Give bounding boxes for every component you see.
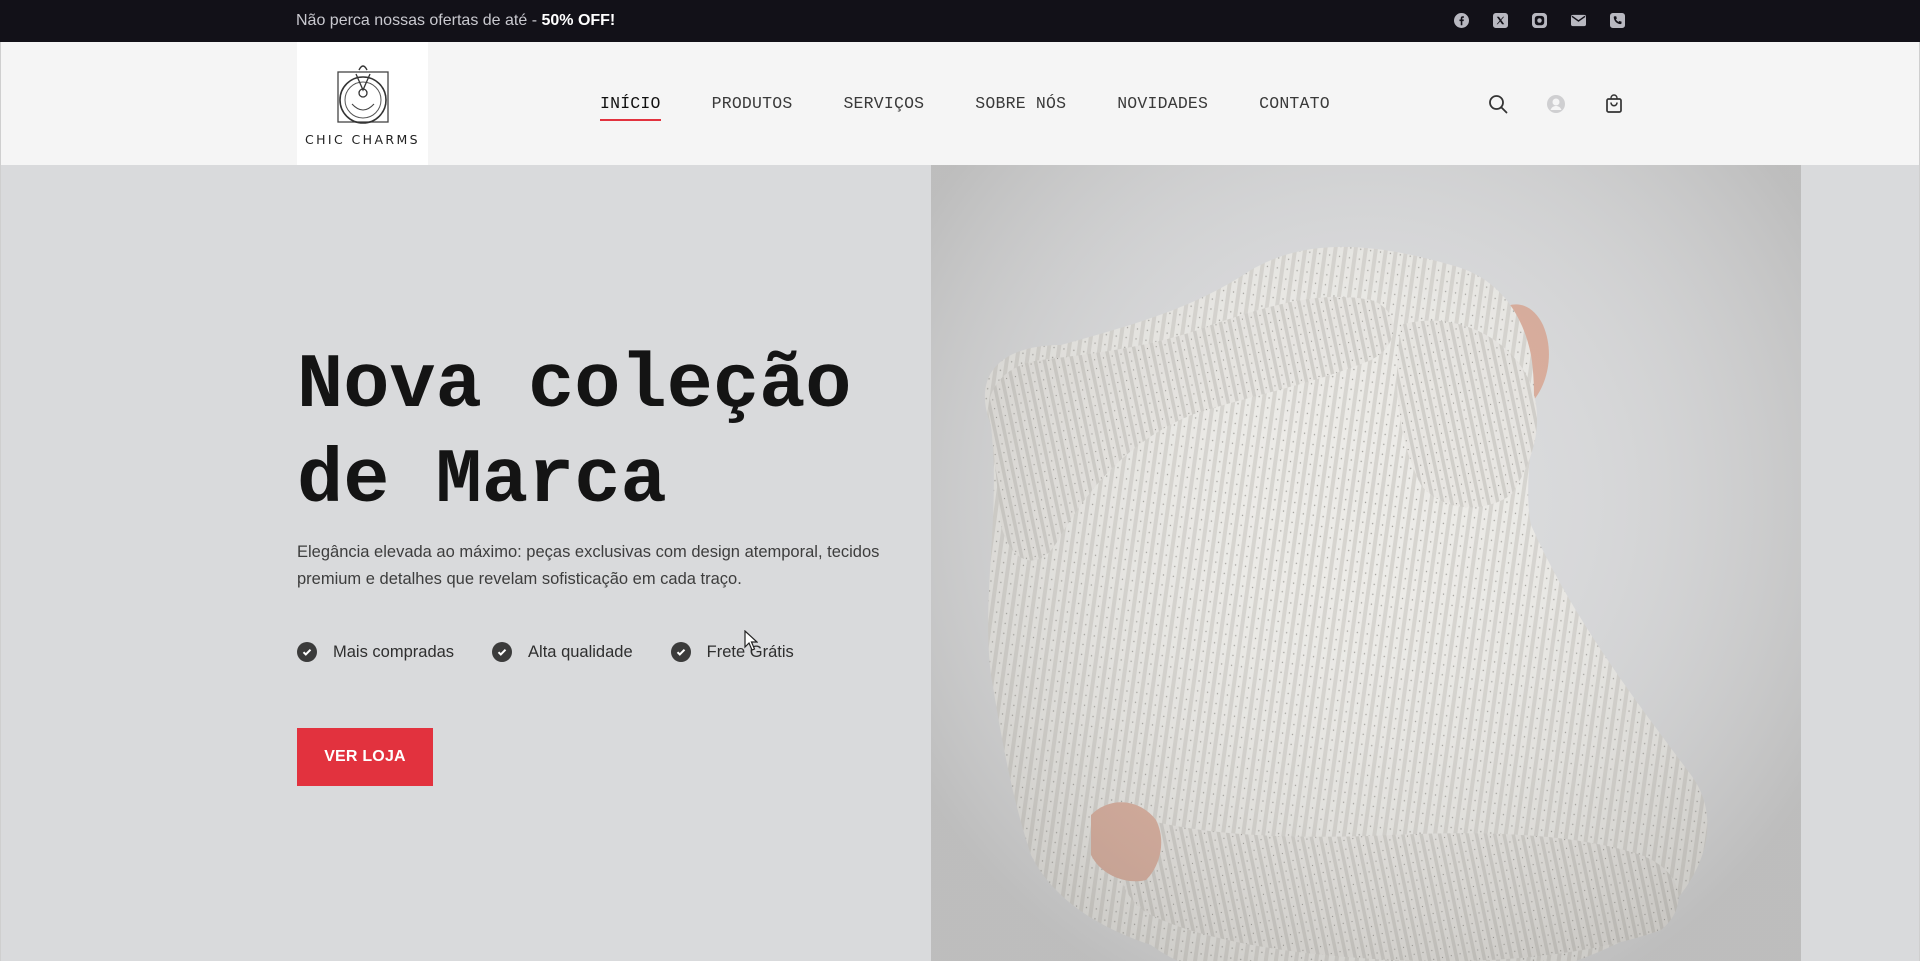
- nav-item-contato[interactable]: CONTATO: [1259, 94, 1330, 121]
- mouse-cursor-icon: [744, 630, 758, 651]
- site-header: CHIC CHARMS INÍCIO PRODUTOS SERVIÇOS SOB…: [0, 42, 1920, 165]
- promo-text: Não perca nossas ofertas de até - 50% OF…: [296, 12, 615, 30]
- promo-message: Não perca nossas ofertas de até -: [296, 12, 542, 29]
- user-icon[interactable]: [1545, 93, 1567, 115]
- logo-emblem-icon: [336, 65, 389, 124]
- nav-item-servicos[interactable]: SERVIÇOS: [843, 94, 924, 121]
- search-icon[interactable]: [1487, 93, 1509, 115]
- nav-item-inicio[interactable]: INÍCIO: [600, 94, 661, 121]
- feature-item: Alta qualidade: [492, 642, 633, 662]
- nav-item-novidades[interactable]: NOVIDADES: [1117, 94, 1208, 121]
- top-promo-bar: Não perca nossas ofertas de até - 50% OF…: [0, 0, 1920, 42]
- social-links: [1453, 12, 1626, 29]
- hero-title-line-1: Nova coleção: [297, 343, 852, 430]
- header-actions: [1487, 93, 1625, 115]
- check-circle-icon: [297, 642, 317, 662]
- logo-text: CHIC CHARMS: [305, 132, 420, 147]
- feature-label: Alta qualidade: [528, 642, 633, 661]
- check-circle-icon: [670, 642, 691, 662]
- hero-section: Nova coleção de Marca Elegância elevada …: [0, 165, 1920, 961]
- check-circle-icon: [492, 642, 513, 662]
- feature-item: Mais compradas: [297, 642, 454, 662]
- nav-item-sobre-nos[interactable]: SOBRE NÓS: [975, 94, 1066, 121]
- hero-description: Elegância elevada ao máximo: peças exclu…: [297, 543, 880, 588]
- instagram-icon[interactable]: [1531, 12, 1548, 29]
- hero-title: Nova coleção de Marca: [297, 339, 917, 529]
- x-icon[interactable]: [1492, 12, 1509, 29]
- promo-highlight: 50% OFF!: [541, 12, 616, 29]
- hero-sweater-image: [931, 165, 1801, 961]
- feature-label: Mais compradas: [333, 642, 455, 661]
- facebook-icon[interactable]: [1453, 12, 1470, 29]
- brand-logo[interactable]: CHIC CHARMS: [297, 42, 428, 165]
- feature-item: Frete Grátis: [670, 642, 794, 662]
- main-nav: INÍCIO PRODUTOS SERVIÇOS SOBRE NÓS NOVID…: [600, 94, 1381, 121]
- hero-title-line-2: de Marca: [297, 438, 667, 525]
- shop-button[interactable]: VER LOJA: [297, 728, 433, 786]
- nav-item-produtos[interactable]: PRODUTOS: [712, 94, 793, 121]
- phone-icon[interactable]: [1609, 12, 1626, 29]
- email-icon[interactable]: [1570, 12, 1587, 29]
- cart-icon[interactable]: [1603, 93, 1625, 115]
